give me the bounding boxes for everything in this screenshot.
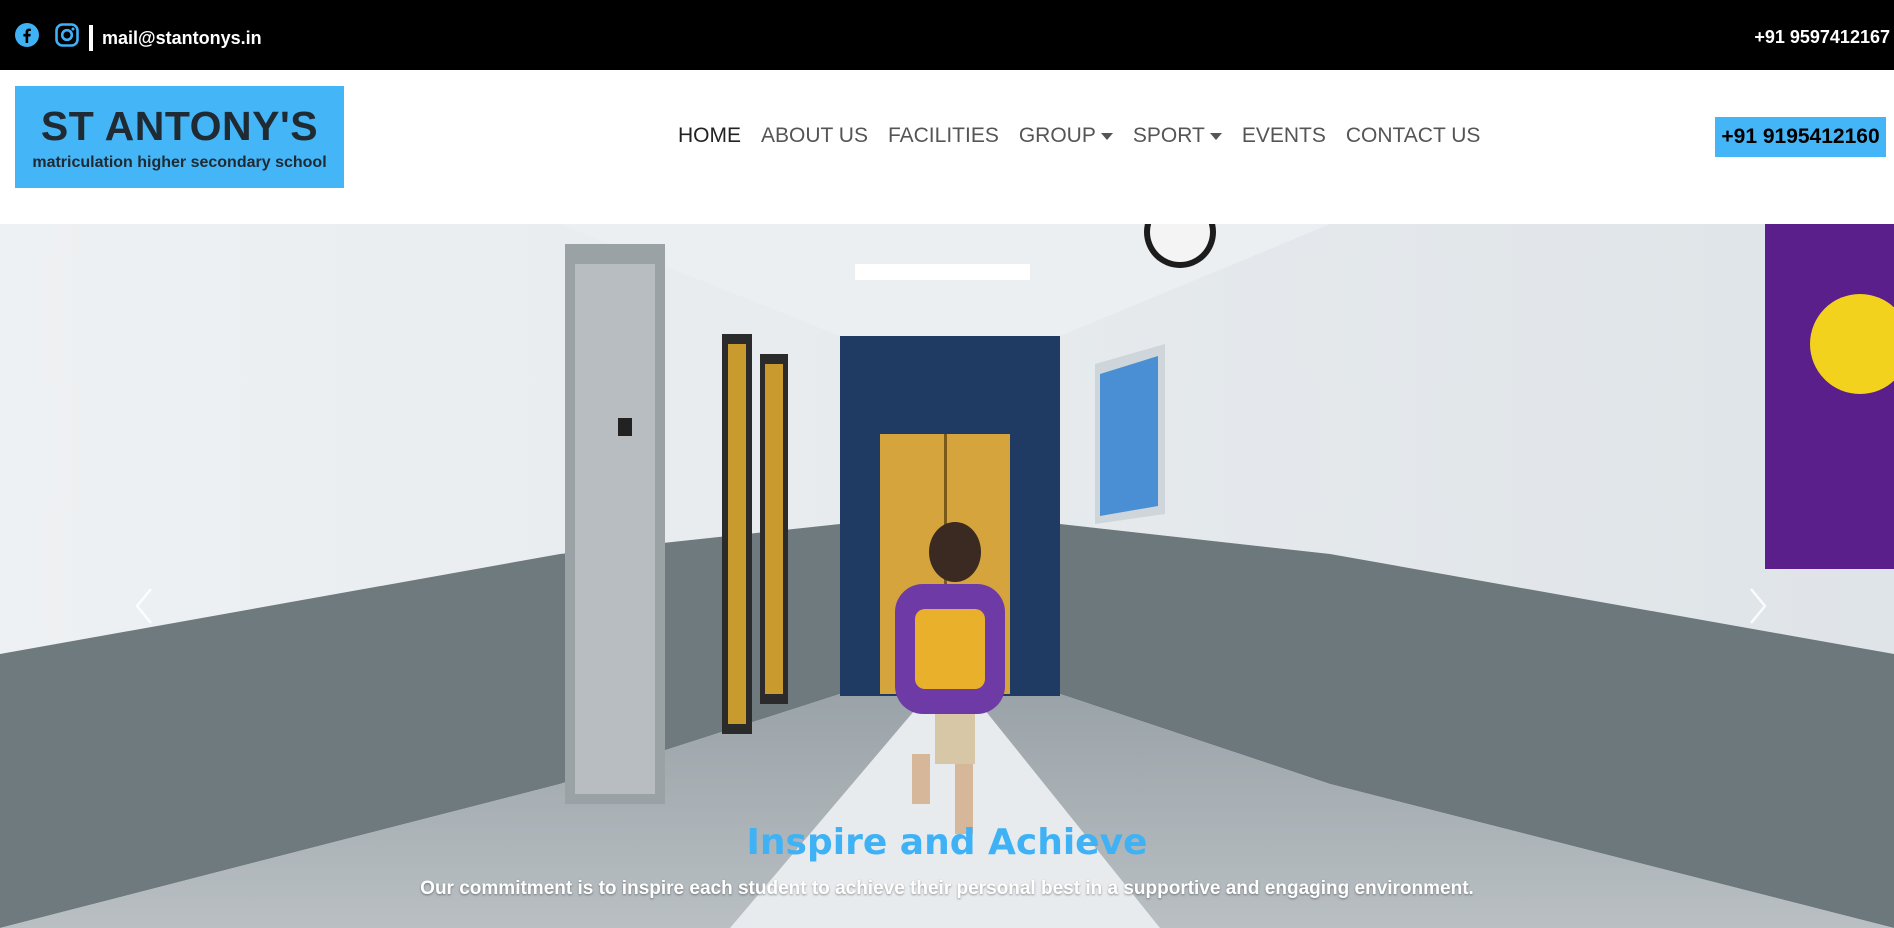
nav-contact-us[interactable]: CONTACT US: [1346, 124, 1481, 148]
phone-link[interactable]: +91 9597412167: [1754, 27, 1890, 48]
logo-tagline: matriculation higher secondary school: [32, 154, 327, 171]
social-links: [14, 22, 80, 48]
email-link[interactable]: mail@stantonys.in: [102, 28, 262, 49]
call-button[interactable]: +91 9195412160: [1715, 117, 1886, 157]
school-logo[interactable]: ST ANTONY'S matriculation higher seconda…: [15, 86, 344, 188]
nav-events-label: EVENTS: [1241, 124, 1326, 147]
main-nav: HOME ABOUT US FACILITIES GROUP SPORT EVE…: [678, 124, 1480, 148]
nav-group-label: GROUP: [1018, 124, 1096, 147]
carousel-next-button[interactable]: [1738, 576, 1778, 636]
nav-about-us-label: ABOUT US: [761, 124, 868, 147]
nav-contact-us-label: CONTACT US: [1345, 124, 1481, 147]
caret-down-icon: [1209, 132, 1222, 140]
nav-home-label: HOME: [678, 124, 741, 147]
logo-name: ST ANTONY'S: [40, 103, 319, 149]
site-header: ST ANTONY'S matriculation higher seconda…: [0, 70, 1894, 224]
top-bar: mail@stantonys.in +91 9597412167: [0, 0, 1894, 70]
divider: [89, 25, 93, 51]
nav-events[interactable]: EVENTS: [1242, 124, 1326, 148]
hero-subtitle: Our commitment is to inspire each studen…: [420, 878, 1474, 899]
nav-home[interactable]: HOME: [678, 124, 741, 148]
hero-title: Inspire and Achieve: [746, 822, 1148, 863]
nav-facilities-label: FACILITIES: [887, 124, 999, 147]
hero-carousel: Inspire and Achieve Our commitment is to…: [0, 224, 1894, 928]
nav-sport-dropdown[interactable]: SPORT: [1133, 124, 1222, 148]
chevron-right-icon: [1750, 588, 1767, 624]
nav-sport-label: SPORT: [1132, 124, 1205, 147]
nav-group-dropdown[interactable]: GROUP: [1019, 124, 1113, 148]
instagram-icon[interactable]: [54, 22, 80, 48]
nav-about-us[interactable]: ABOUT US: [761, 124, 868, 148]
chevron-left-icon: [135, 588, 152, 624]
nav-facilities[interactable]: FACILITIES: [888, 124, 999, 148]
caret-down-icon: [1100, 132, 1113, 140]
facebook-icon[interactable]: [14, 22, 40, 48]
carousel-prev-button[interactable]: [124, 576, 164, 636]
